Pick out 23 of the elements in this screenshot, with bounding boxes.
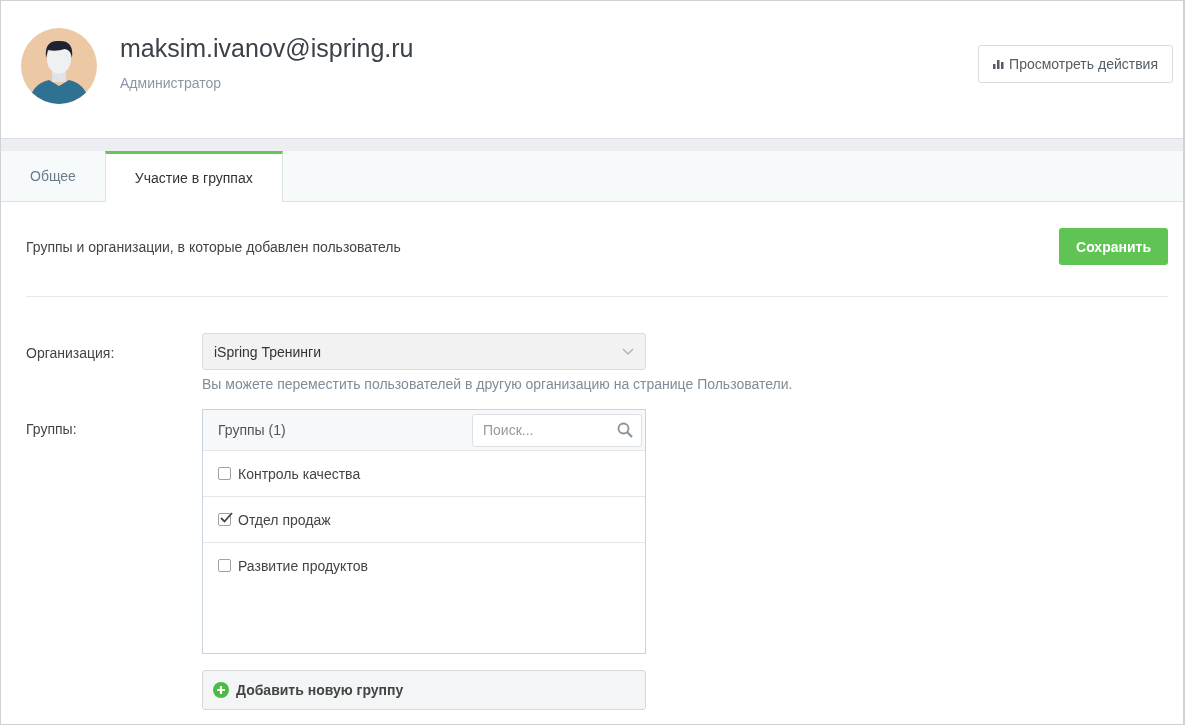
tab[interactable]: Общее <box>1 151 105 201</box>
group-label: Развитие продуктов <box>238 557 368 574</box>
field-label: Организация: <box>26 344 116 363</box>
groups-title: Группы (1) <box>218 422 286 438</box>
add-group-button[interactable]: Добавить новую группу <box>202 670 646 710</box>
checkbox[interactable] <box>218 467 231 480</box>
user-role: Администратор <box>120 75 222 91</box>
user-email: maksim.ivanov@ispring.ru <box>120 34 415 63</box>
tab[interactable]: Участие в группах <box>104 151 283 202</box>
view-actions-button[interactable]: Просмотреть действия <box>978 45 1173 83</box>
search-field[interactable]: Поиск... <box>472 413 642 447</box>
chevron-down-icon <box>622 348 634 355</box>
description-text: Группы и организации, в которые добавлен пользователь <box>26 238 401 255</box>
field-label: Группы: <box>26 420 78 439</box>
checkbox[interactable] <box>218 513 231 526</box>
bar-chart-icon <box>993 60 1004 69</box>
hint-text: Вы можете переместить пользователей в другую организацию на странице Пользователи. <box>202 375 793 393</box>
plus-icon <box>213 682 229 698</box>
group-label: Отдел продаж <box>238 511 331 528</box>
organization-dropdown[interactable]: iSpring Тренинги <box>202 333 646 370</box>
checkbox[interactable] <box>218 559 231 572</box>
group-label: Контроль качества <box>238 465 361 482</box>
search-icon <box>617 421 633 438</box>
